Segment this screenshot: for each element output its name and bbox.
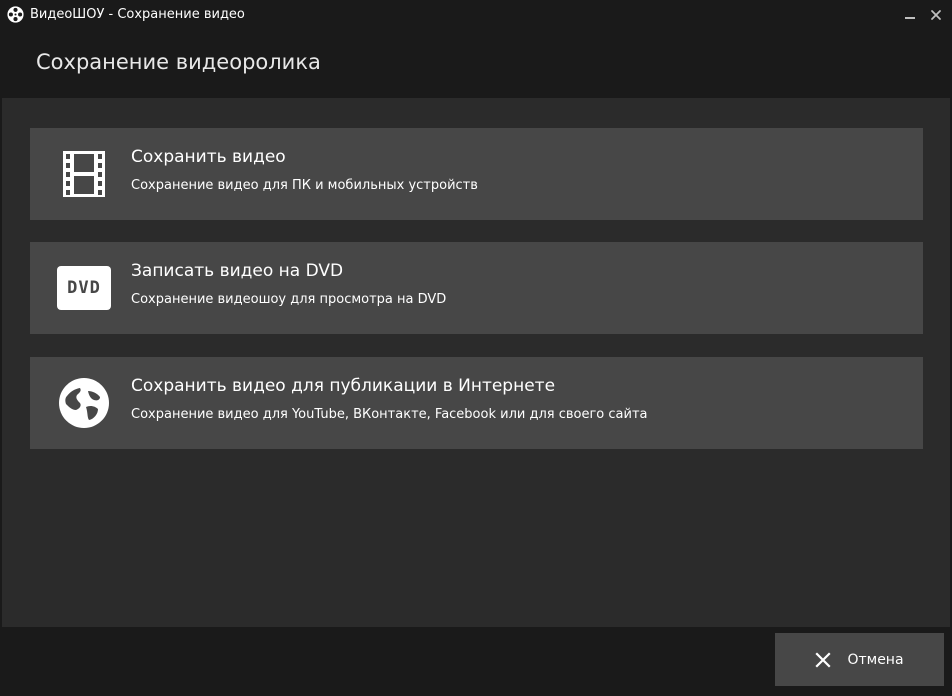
globe-icon <box>59 378 109 428</box>
minimize-button[interactable] <box>898 0 922 30</box>
film-strip-icon-wrap <box>56 148 112 200</box>
cancel-button[interactable]: Отмена <box>775 633 944 686</box>
cancel-label: Отмена <box>847 651 904 668</box>
close-button[interactable] <box>924 0 948 30</box>
save-video-window: ВидеоШОУ - Сохранение видео Сохранение в… <box>0 0 952 696</box>
burn-dvd-option[interactable]: DVD Записать видео на DVD Сохранение вид… <box>30 242 923 334</box>
option-description: Сохранение видео для YouTube, ВКонтакте,… <box>131 407 648 422</box>
save-video-option[interactable]: Сохранить видео Сохранение видео для ПК … <box>30 128 923 220</box>
film-reel-icon <box>7 6 24 23</box>
option-description: Сохранение видеошоу для просмотра на DVD <box>131 292 447 307</box>
footer: Отмена <box>0 627 952 696</box>
title-bar[interactable]: ВидеоШОУ - Сохранение видео <box>0 0 952 30</box>
dvd-icon-label: DVD <box>67 278 101 298</box>
close-icon <box>931 10 941 20</box>
option-title: Записать видео на DVD <box>131 261 344 281</box>
minimize-icon <box>905 17 915 19</box>
header: Сохранение видеоролика <box>0 30 952 98</box>
film-strip-icon <box>63 151 105 197</box>
options-panel: Сохранить видео Сохранение видео для ПК … <box>2 98 950 627</box>
option-title: Сохранить видео <box>131 147 286 167</box>
page-title: Сохранение видеоролика <box>36 50 321 74</box>
window-title: ВидеоШОУ - Сохранение видео <box>30 7 245 22</box>
globe-icon-wrap <box>56 377 112 429</box>
publish-online-option[interactable]: Сохранить видео для публикации в Интерне… <box>30 357 923 449</box>
dvd-icon: DVD <box>56 262 112 314</box>
option-title: Сохранить видео для публикации в Интерне… <box>131 376 556 396</box>
option-description: Сохранение видео для ПК и мобильных устр… <box>131 178 478 193</box>
close-x-icon <box>815 651 832 668</box>
